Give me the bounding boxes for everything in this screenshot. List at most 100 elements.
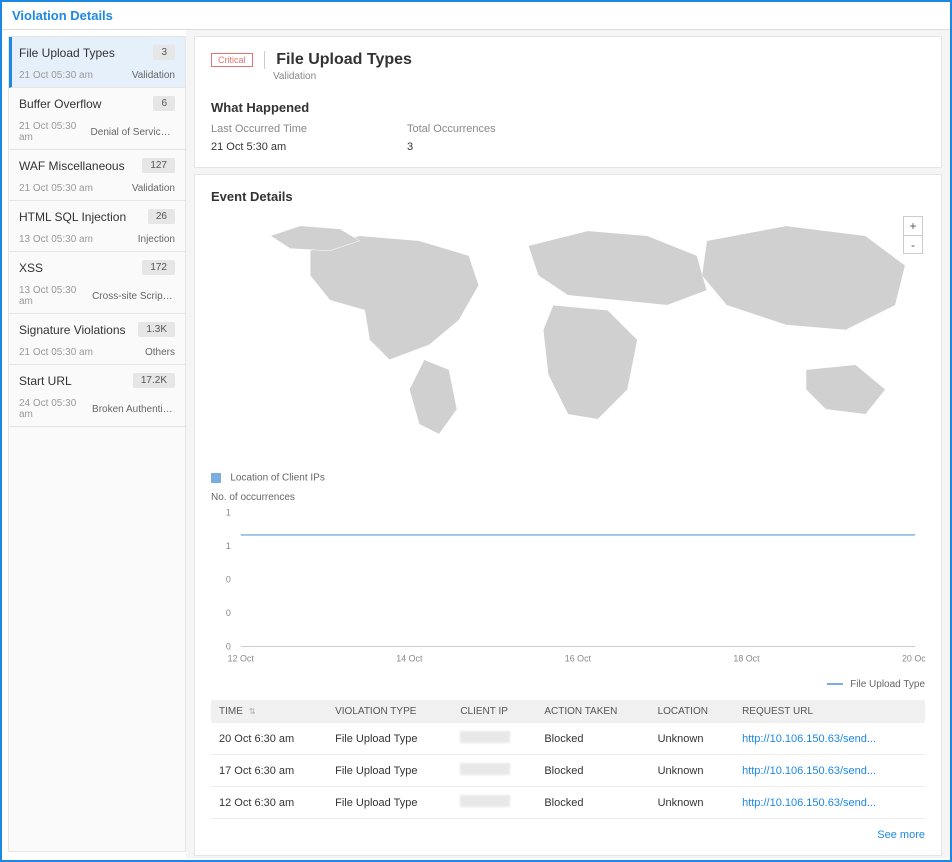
sidebar-item-signature-violations[interactable]: Signature Violations1.3K21 Oct 05:30 amO… bbox=[9, 314, 185, 365]
sidebar-item-time: 13 Oct 05:30 am bbox=[19, 234, 93, 245]
sidebar-item-count: 1.3K bbox=[138, 322, 175, 337]
sidebar-item-name: HTML SQL Injection bbox=[19, 210, 126, 224]
svg-text:20 Oct: 20 Oct bbox=[902, 653, 925, 663]
main-content: Critical File Upload Types Validation Wh… bbox=[186, 30, 950, 858]
sidebar-item-category: Injection bbox=[138, 234, 175, 245]
cell-action: Blocked bbox=[536, 755, 649, 787]
cell-client-ip bbox=[452, 787, 536, 819]
chart-y-axis-label: No. of occurrences bbox=[211, 492, 925, 503]
sidebar-item-category: Validation bbox=[132, 183, 175, 194]
violation-sidebar: File Upload Types 3 21 Oct 05:30 am Validat… bbox=[8, 36, 186, 852]
svg-text:1: 1 bbox=[226, 508, 231, 518]
cell-violation-type: File Upload Type bbox=[327, 787, 452, 819]
cell-url: http://10.106.150.63/send... bbox=[734, 723, 925, 755]
sidebar-item-buffer-overflow[interactable]: Buffer Overflow 6 21 Oct 05:30 amDenial of… bbox=[9, 88, 185, 150]
sidebar-item-category: Denial of Service(... bbox=[91, 127, 175, 138]
sort-icon: ⇅ bbox=[249, 707, 256, 716]
svg-text:0: 0 bbox=[226, 608, 231, 618]
sidebar-item-category: Validation bbox=[132, 70, 175, 81]
page-title: Violation Details bbox=[12, 8, 113, 23]
sidebar-item-file-upload-types[interactable]: File Upload Types 3 21 Oct 05:30 am Validat… bbox=[9, 37, 185, 88]
sidebar-item-time: 21 Oct 05:30 am bbox=[19, 121, 91, 143]
svg-text:16 Oct: 16 Oct bbox=[565, 653, 592, 663]
col-client-ip[interactable]: CLIENT IP bbox=[452, 700, 536, 723]
sidebar-item-name: Signature Violations bbox=[19, 323, 126, 337]
col-location[interactable]: LOCATION bbox=[650, 700, 735, 723]
sidebar-item-count: 6 bbox=[153, 96, 175, 111]
sidebar-item-count: 172 bbox=[142, 260, 175, 275]
cell-action: Blocked bbox=[536, 723, 649, 755]
zoom-in-button[interactable]: + bbox=[904, 217, 922, 235]
map-legend: Location of Client IPs bbox=[211, 470, 925, 484]
svg-text:18 Oct: 18 Oct bbox=[733, 653, 760, 663]
cell-location: Unknown bbox=[650, 755, 735, 787]
cell-time: 20 Oct 6:30 am bbox=[211, 723, 327, 755]
svg-text:0: 0 bbox=[226, 641, 231, 651]
zoom-out-button[interactable]: - bbox=[904, 235, 922, 253]
world-map-svg bbox=[211, 210, 925, 450]
sidebar-item-name: XSS bbox=[19, 261, 43, 275]
sidebar-item-time: 21 Oct 05:30 am bbox=[19, 183, 93, 194]
last-occurred-label: Last Occurred Time bbox=[211, 123, 307, 135]
cell-client-ip bbox=[452, 755, 536, 787]
sidebar-item-time: 24 Oct 05:30 am bbox=[19, 398, 92, 420]
col-request-url[interactable]: REQUEST URL bbox=[734, 700, 925, 723]
svg-text:14 Oct: 14 Oct bbox=[396, 653, 423, 663]
sidebar-item-name: Buffer Overflow bbox=[19, 97, 101, 111]
cell-client-ip bbox=[452, 723, 536, 755]
events-table: TIME⇅ VIOLATION TYPE CLIENT IP ACTION TA… bbox=[211, 700, 925, 819]
col-time[interactable]: TIME⇅ bbox=[211, 700, 327, 723]
sidebar-item-name: WAF Miscellaneous bbox=[19, 159, 125, 173]
event-details-panel: Event Details + - bbox=[194, 174, 942, 856]
violation-title: File Upload Types bbox=[276, 51, 412, 68]
col-violation-type[interactable]: VIOLATION TYPE bbox=[327, 700, 452, 723]
title-separator bbox=[264, 51, 265, 69]
cell-time: 12 Oct 6:30 am bbox=[211, 787, 327, 819]
cell-violation-type: File Upload Type bbox=[327, 755, 452, 787]
cell-time: 17 Oct 6:30 am bbox=[211, 755, 327, 787]
occurrences-chart-svg: 1 1 0 0 0 12 Oct 14 Oct 16 Oct 18 Oct 20 Oct bbox=[211, 507, 925, 667]
event-details-heading: Event Details bbox=[211, 189, 925, 204]
last-occurred-value: 21 Oct 5:30 am bbox=[211, 141, 307, 153]
header-bar: Violation Details bbox=[2, 2, 950, 30]
chart-series-swatch-icon bbox=[827, 683, 843, 685]
sidebar-item-count: 127 bbox=[142, 158, 175, 173]
cell-url: http://10.106.150.63/send... bbox=[734, 755, 925, 787]
sidebar-item-category: Cross-site Scripti... bbox=[92, 291, 175, 302]
total-occurrences-label: Total Occurrences bbox=[407, 123, 496, 135]
world-map[interactable]: + - bbox=[211, 210, 925, 470]
cell-url: http://10.106.150.63/send... bbox=[734, 787, 925, 819]
sidebar-item-xss[interactable]: XSS17213 Oct 05:30 amCross-site Scripti.… bbox=[9, 252, 185, 314]
violation-subcategory: Validation bbox=[273, 71, 925, 82]
sidebar-item-html-sql-injection[interactable]: HTML SQL Injection 26 13 Oct 05:30 am Injec… bbox=[9, 201, 185, 252]
svg-text:0: 0 bbox=[226, 575, 231, 585]
col-action-taken[interactable]: ACTION TAKEN bbox=[536, 700, 649, 723]
summary-panel: Critical File Upload Types Validation Wh… bbox=[194, 36, 942, 168]
svg-text:12 Oct: 12 Oct bbox=[228, 653, 255, 663]
request-url-link[interactable]: http://10.106.150.63/send... bbox=[742, 765, 876, 777]
sidebar-item-name: File Upload Types bbox=[19, 46, 115, 60]
sidebar-item-name: Start URL bbox=[19, 374, 72, 388]
sidebar-item-waf-miscellaneous[interactable]: WAF Miscellaneous 127 21 Oct 05:30 am Valid… bbox=[9, 150, 185, 201]
request-url-link[interactable]: http://10.106.150.63/send... bbox=[742, 733, 876, 745]
table-row: 17 Oct 6:30 amFile Upload Type BlockedUnk… bbox=[211, 755, 925, 787]
occurrences-chart: 1 1 0 0 0 12 Oct 14 Oct 16 Oct 18 Oct 20 Oct bbox=[211, 507, 925, 677]
legend-swatch-icon bbox=[211, 473, 221, 483]
redacted-ip bbox=[460, 731, 510, 743]
redacted-ip bbox=[460, 763, 510, 775]
see-more-link[interactable]: See more bbox=[877, 829, 925, 841]
sidebar-item-start-url[interactable]: Start URL17.2K24 Oct 05:30 amBroken Auth… bbox=[9, 365, 185, 427]
map-legend-label: Location of Client IPs bbox=[230, 472, 325, 483]
sidebar-item-count: 26 bbox=[148, 209, 175, 224]
see-more-wrap: See more bbox=[211, 827, 925, 841]
what-happened-heading: What Happened bbox=[211, 100, 925, 115]
cell-location: Unknown bbox=[650, 787, 735, 819]
sidebar-item-time: 21 Oct 05:30 am bbox=[19, 70, 93, 81]
table-row: 12 Oct 6:30 amFile Upload TypeBlockedUnk… bbox=[211, 787, 925, 819]
chart-legend: File Upload Type bbox=[211, 679, 925, 690]
sidebar-item-count: 17.2K bbox=[133, 373, 175, 388]
table-row: 20 Oct 6:30 amFile Upload TypeBlockedUnk… bbox=[211, 723, 925, 755]
sidebar-item-count: 3 bbox=[153, 45, 175, 60]
svg-text:1: 1 bbox=[226, 541, 231, 551]
request-url-link[interactable]: http://10.106.150.63/send... bbox=[742, 797, 876, 809]
